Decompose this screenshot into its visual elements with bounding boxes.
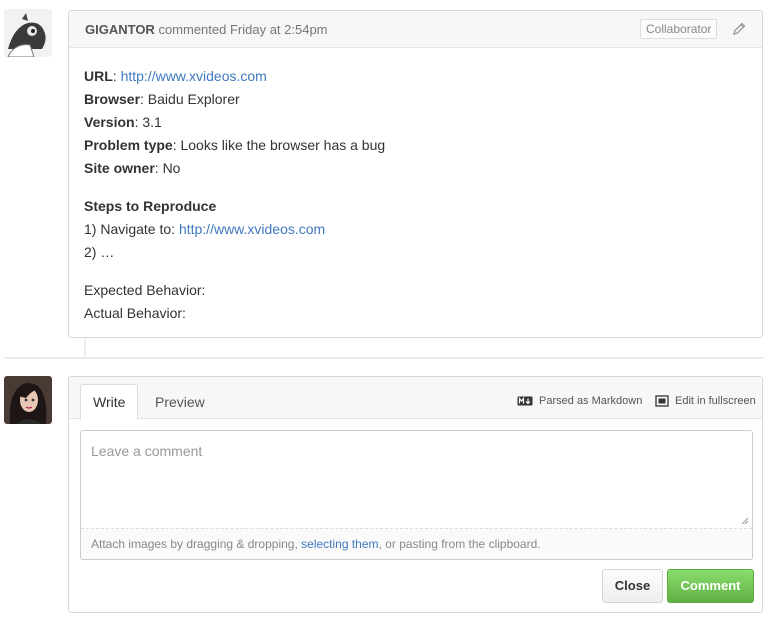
browser-line: Browser: Baidu Explorer bbox=[84, 88, 744, 111]
resize-handle-icon[interactable] bbox=[741, 517, 749, 525]
markdown-hint[interactable]: Parsed as Markdown bbox=[517, 395, 642, 407]
tab-write[interactable]: Write bbox=[80, 384, 139, 420]
fullscreen-label: Edit in fullscreen bbox=[675, 395, 756, 407]
site-owner-label: Site owner bbox=[84, 160, 155, 176]
version-value: : 3.1 bbox=[134, 114, 162, 130]
steps-heading-text: Steps to Reproduce bbox=[84, 198, 217, 214]
comment-card: GIGANTOR commented Friday at 2:54pm Coll… bbox=[68, 10, 763, 338]
browser-label: Browser bbox=[84, 91, 141, 107]
comment-textarea[interactable] bbox=[81, 431, 752, 528]
problem-type-value: : Looks like the browser has a bug bbox=[172, 137, 386, 153]
site-owner-line: Site owner: No bbox=[84, 157, 744, 180]
step-1-text: 1) Navigate to: bbox=[84, 221, 179, 237]
markdown-icon bbox=[517, 396, 533, 406]
fullscreen-icon bbox=[655, 395, 669, 407]
pencil-icon[interactable] bbox=[731, 21, 747, 37]
select-files-link[interactable]: selecting them bbox=[301, 537, 378, 551]
timeline-divider bbox=[4, 357, 764, 359]
step-1-link[interactable]: http://www.xvideos.com bbox=[179, 221, 325, 237]
comment-body: URL: http://www.xvideos.com Browser: Bai… bbox=[84, 65, 744, 325]
fullscreen-toggle[interactable]: Edit in fullscreen bbox=[655, 395, 756, 407]
actual-behavior: Actual Behavior: bbox=[84, 305, 186, 321]
url-label: URL bbox=[84, 68, 113, 84]
browser-value: : Baidu Explorer bbox=[140, 91, 240, 107]
attach-text-prefix: Attach images by dragging & dropping, bbox=[91, 537, 302, 551]
comment-submit-button[interactable]: Comment bbox=[667, 569, 754, 603]
collaborator-badge: Collaborator bbox=[640, 19, 718, 39]
author-avatar[interactable] bbox=[4, 9, 52, 57]
comment-author[interactable]: GIGANTOR bbox=[85, 22, 155, 37]
comment-timestamp: commented Friday at 2:54pm bbox=[154, 22, 328, 37]
timeline-connector bbox=[84, 338, 86, 358]
comment-editor: Attach images by dragging & dropping, se… bbox=[80, 430, 753, 560]
site-owner-value: : No bbox=[154, 160, 181, 176]
step-2: 2) … bbox=[84, 244, 115, 260]
attach-text-suffix: , or pasting from the clipboard. bbox=[378, 537, 541, 551]
current-user-avatar[interactable] bbox=[4, 376, 52, 424]
url-link[interactable]: http://www.xvideos.com bbox=[121, 68, 267, 84]
attach-images-bar[interactable]: Attach images by dragging & dropping, se… bbox=[81, 528, 752, 559]
problem-type-line: Problem type: Looks like the browser has… bbox=[84, 134, 744, 157]
editor-tabbar: Write Preview Parsed as Markdown Edit in… bbox=[69, 377, 762, 420]
markdown-label: Parsed as Markdown bbox=[539, 395, 643, 407]
comment-header: GIGANTOR commented Friday at 2:54pm Coll… bbox=[69, 11, 762, 48]
problem-type-label: Problem type bbox=[84, 137, 173, 153]
step-1: 1) Navigate to: http://www.xvideos.com bbox=[84, 218, 744, 241]
new-comment-form: Write Preview Parsed as Markdown Edit in… bbox=[68, 376, 763, 613]
close-issue-button[interactable]: Close bbox=[602, 569, 663, 603]
expected-behavior: Expected Behavior: bbox=[84, 282, 206, 298]
url-line: URL: http://www.xvideos.com bbox=[84, 68, 267, 84]
comment-meta: GIGANTOR commented Friday at 2:54pm bbox=[85, 22, 328, 37]
tab-preview[interactable]: Preview bbox=[143, 384, 217, 420]
steps-heading: Steps to Reproduce bbox=[84, 195, 744, 218]
version-label: Version bbox=[84, 114, 135, 130]
version-line: Version: 3.1 bbox=[84, 111, 744, 134]
